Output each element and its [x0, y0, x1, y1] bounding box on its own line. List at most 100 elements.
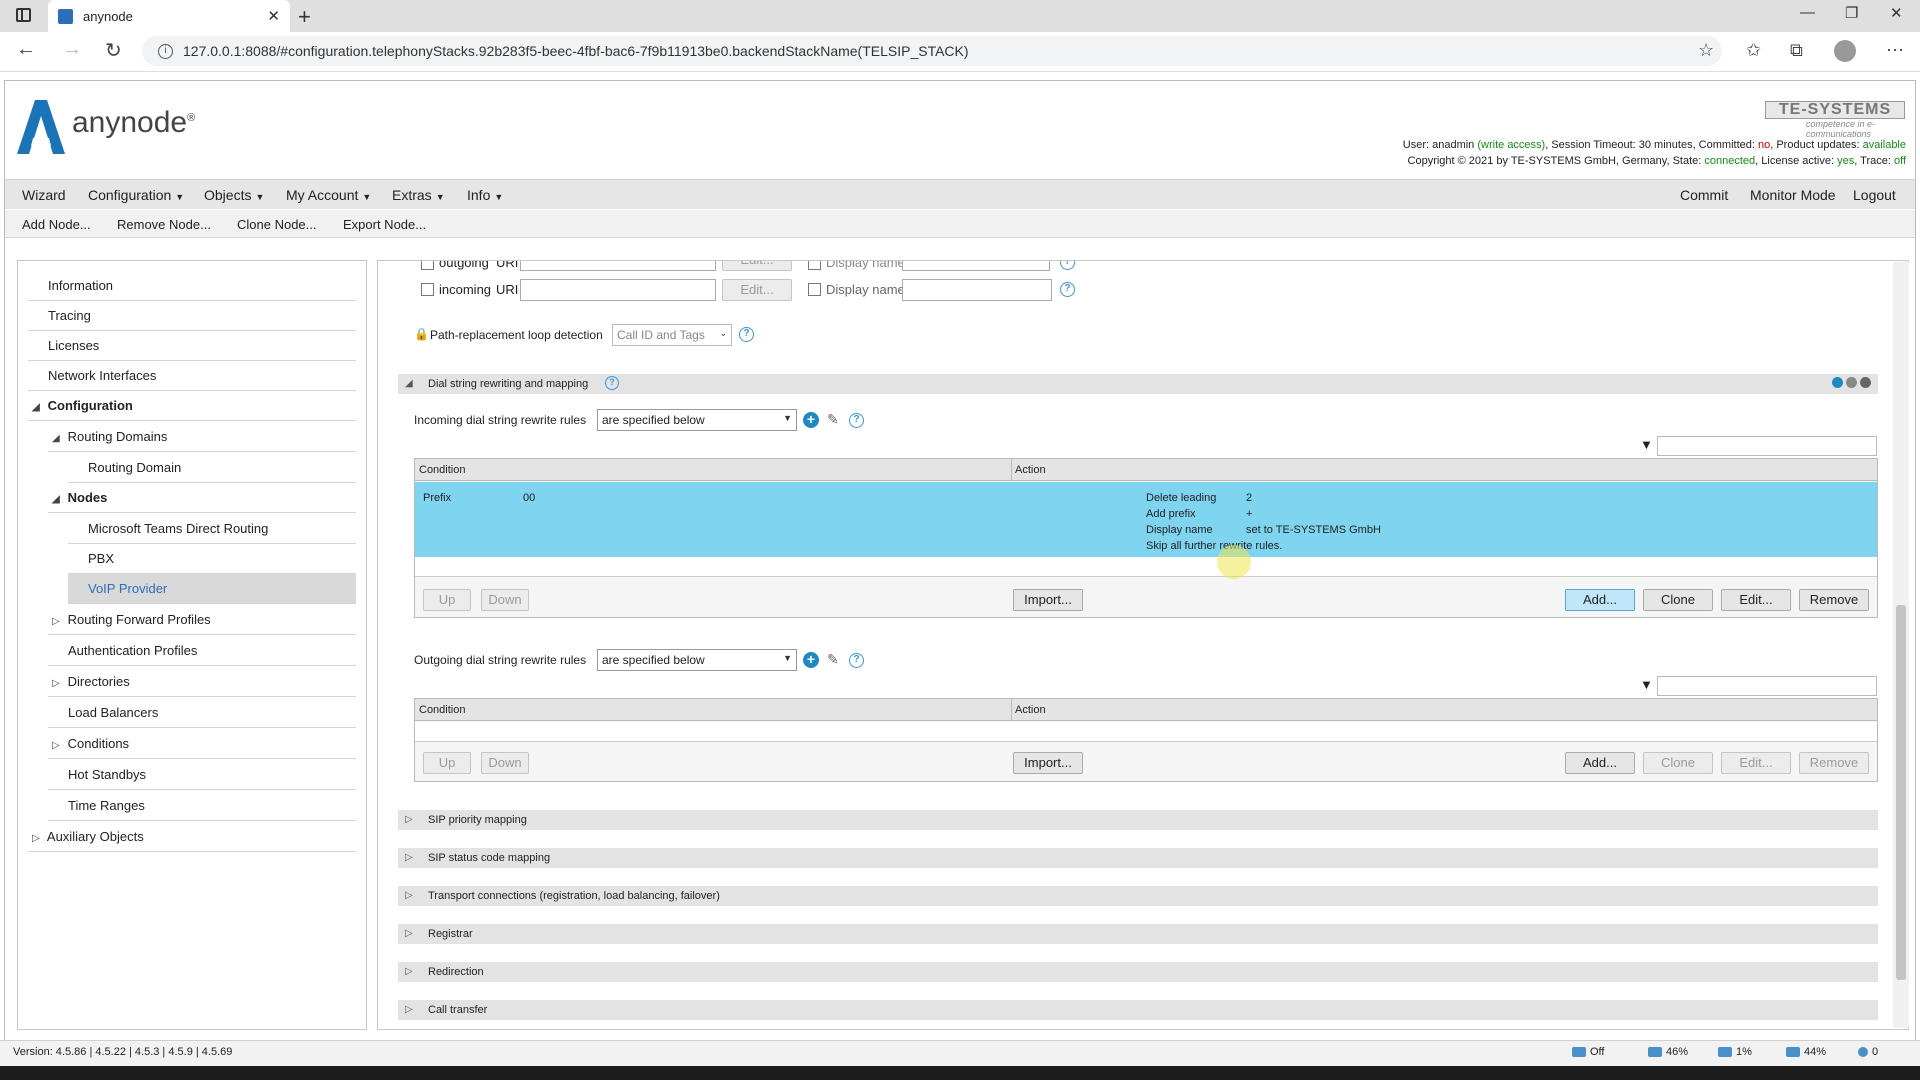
url-field[interactable]: i 127.0.0.1:8088/#configuration.telephon… [142, 36, 1722, 66]
section-transport-connections[interactable]: ▷ Transport connections (registration, lo… [398, 886, 1878, 906]
edit-pencil-icon[interactable]: ✎ [827, 651, 839, 668]
menu-wizard[interactable]: Wizard [22, 187, 66, 203]
tree-item-information[interactable]: Information [28, 271, 356, 301]
minimize-icon[interactable]: — [1800, 4, 1815, 21]
profile-avatar[interactable] [1834, 40, 1856, 62]
forward-icon[interactable]: → [62, 38, 82, 61]
edit-rule-button[interactable]: Edit... [1721, 752, 1791, 774]
tree-item-conditions[interactable]: ▷ Conditions [48, 729, 356, 759]
tree-item-authentication-profiles[interactable]: Authentication Profiles [48, 636, 356, 666]
menu-objects[interactable]: Objects ▼ [204, 187, 264, 203]
tree-item-hot-standbys[interactable]: Hot Standbys [48, 760, 356, 790]
menu-configuration[interactable]: Configuration ▼ [88, 187, 184, 203]
add-rule-button[interactable]: Add... [1565, 752, 1635, 774]
add-rule-icon[interactable]: + [803, 412, 819, 428]
tree-item-pbx[interactable]: PBX [68, 544, 356, 574]
tab-actions-icon[interactable] [16, 8, 31, 22]
tree-item-directories[interactable]: ▷ Directories [48, 667, 356, 697]
section-sip-priority-mapping[interactable]: ▷ SIP priority mapping [398, 810, 1878, 830]
menu-extras[interactable]: Extras ▼ [392, 187, 445, 203]
down-button[interactable]: Down [481, 752, 529, 774]
new-tab-icon[interactable]: + [298, 4, 311, 30]
remove-node-button[interactable]: Remove Node... [117, 217, 211, 232]
outgoing-uri-input[interactable] [520, 261, 716, 271]
reload-icon[interactable]: ↻ [105, 38, 122, 63]
more-menu-icon[interactable]: ⋯ [1886, 40, 1904, 61]
add-rule-button[interactable]: Add... [1565, 589, 1635, 611]
outgoing-checkbox[interactable] [421, 261, 434, 270]
incoming-display-name-checkbox[interactable] [808, 283, 821, 296]
incoming-edit-button[interactable]: Edit... [722, 279, 792, 301]
tree-item-network-interfaces[interactable]: Network Interfaces [28, 361, 356, 391]
tree-item-configuration[interactable]: ◢ Configuration [28, 391, 356, 421]
edit-pencil-icon[interactable]: ✎ [827, 411, 839, 428]
incoming-display-name-input[interactable] [902, 279, 1052, 301]
tree-item-auxiliary-objects[interactable]: ▷ Auxiliary Objects [28, 822, 356, 852]
close-window-icon[interactable]: ✕ [1890, 4, 1903, 22]
up-button[interactable]: Up [423, 752, 471, 774]
add-rule-icon[interactable]: + [803, 652, 819, 668]
commit-button[interactable]: Commit [1680, 187, 1728, 203]
help-icon[interactable]: ? [739, 327, 754, 342]
section-registrar[interactable]: ▷ Registrar [398, 924, 1878, 944]
incoming-uri-input[interactable] [520, 279, 716, 301]
help-icon[interactable]: ? [849, 653, 864, 668]
tree-item-routing-forward-profiles[interactable]: ▷ Routing Forward Profiles [48, 605, 356, 635]
outgoing-display-name-checkbox[interactable] [808, 261, 821, 270]
expand-all-icon[interactable] [1832, 377, 1843, 388]
remove-rule-button[interactable]: Remove [1799, 589, 1869, 611]
outgoing-filter-input[interactable] [1657, 676, 1877, 696]
reset-icon[interactable] [1846, 377, 1857, 388]
clone-node-button[interactable]: Clone Node... [237, 217, 317, 232]
remove-rule-button[interactable]: Remove [1799, 752, 1869, 774]
monitor-mode-button[interactable]: Monitor Mode [1750, 187, 1836, 203]
filter-icon[interactable]: ▼ [1640, 677, 1653, 692]
tree-item-routing-domain[interactable]: Routing Domain [68, 453, 356, 483]
add-favorite-icon[interactable]: ☆ [1698, 40, 1714, 61]
export-node-button[interactable]: Export Node... [343, 217, 426, 232]
outgoing-rules-select[interactable]: are specified below ▼ [597, 649, 797, 671]
help-icon[interactable]: ? [605, 376, 619, 390]
tree-item-nodes[interactable]: ◢ Nodes [48, 483, 356, 513]
filter-icon[interactable]: ▼ [1640, 437, 1653, 452]
loop-detection-select[interactable]: Call ID and Tags ⌄ [612, 324, 732, 346]
import-button[interactable]: Import... [1013, 589, 1083, 611]
incoming-checkbox[interactable] [421, 283, 434, 296]
tree-item-tracing[interactable]: Tracing [28, 301, 356, 331]
tree-item-ms-teams[interactable]: Microsoft Teams Direct Routing [68, 514, 356, 544]
outgoing-edit-button[interactable]: Edit... [722, 261, 792, 271]
back-icon[interactable]: ← [16, 38, 36, 61]
collections-icon[interactable]: ⧉ [1790, 40, 1803, 61]
section-call-transfer[interactable]: ▷ Call transfer [398, 1000, 1878, 1020]
table-row[interactable]: Prefix 00 Delete leading 2 Add prefix + … [415, 482, 1877, 557]
help-icon[interactable]: ? [1060, 282, 1075, 297]
incoming-rules-select[interactable]: are specified below ▼ [597, 409, 797, 431]
favorites-icon[interactable]: ✩ [1746, 40, 1761, 61]
collapse-all-icon[interactable] [1860, 377, 1871, 388]
tree-item-load-balancers[interactable]: Load Balancers [48, 698, 356, 728]
up-button[interactable]: Up [423, 589, 471, 611]
help-icon[interactable]: ? [849, 413, 864, 428]
add-node-button[interactable]: Add Node... [22, 217, 91, 232]
tree-item-voip-provider[interactable]: VoIP Provider [68, 574, 356, 604]
tree-item-time-ranges[interactable]: Time Ranges [48, 791, 356, 821]
import-button[interactable]: Import... [1013, 752, 1083, 774]
section-redirection[interactable]: ▷ Redirection [398, 962, 1878, 982]
outgoing-display-name-input[interactable] [902, 261, 1050, 271]
browser-tab[interactable]: anynode ✕ [48, 0, 290, 32]
edit-rule-button[interactable]: Edit... [1721, 589, 1791, 611]
site-info-icon[interactable]: i [158, 43, 173, 59]
section-sip-status-code-mapping[interactable]: ▷ SIP status code mapping [398, 848, 1878, 868]
menu-my-account[interactable]: My Account ▼ [286, 187, 371, 203]
clone-rule-button[interactable]: Clone [1643, 589, 1713, 611]
scrollbar-thumb[interactable] [1896, 605, 1906, 980]
alerts-status[interactable]: 0 [1858, 1046, 1878, 1058]
logout-button[interactable]: Logout [1853, 187, 1896, 203]
dial-string-section-header[interactable]: ◢ Dial string rewriting and mapping [398, 374, 1878, 394]
tree-item-licenses[interactable]: Licenses [28, 331, 356, 361]
incoming-filter-input[interactable] [1657, 436, 1877, 456]
menu-info[interactable]: Info ▼ [467, 187, 503, 203]
help-icon[interactable]: ? [1060, 261, 1075, 270]
restore-icon[interactable]: ❐ [1845, 4, 1858, 22]
down-button[interactable]: Down [481, 589, 529, 611]
